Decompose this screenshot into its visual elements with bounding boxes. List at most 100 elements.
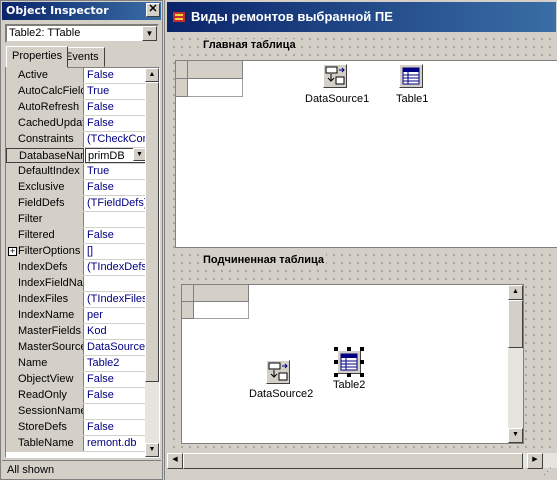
property-row[interactable]: IndexName per	[6, 308, 147, 324]
selection-handle[interactable]	[334, 360, 338, 364]
sub-table-label: Подчиненная таблица	[201, 254, 327, 266]
selection-handle[interactable]	[360, 360, 364, 364]
scrollbar-thumb[interactable]	[508, 300, 523, 348]
property-name: IndexName	[6, 308, 84, 323]
tab-properties[interactable]: Properties	[6, 46, 69, 68]
property-value[interactable]: DataSource1	[85, 340, 147, 355]
grid-indicator-cell	[182, 302, 194, 319]
grid-data-cell[interactable]	[194, 302, 249, 319]
scrollbar-thumb[interactable]	[183, 453, 523, 469]
property-name: DefaultIndex	[6, 164, 84, 179]
property-value[interactable]	[85, 276, 147, 291]
main-dbgrid[interactable]	[175, 60, 557, 248]
property-value[interactable]: Table2	[85, 356, 147, 371]
property-value[interactable]: True	[85, 164, 147, 179]
property-value[interactable]: False	[85, 372, 147, 387]
scroll-down-icon[interactable]: ▼	[508, 428, 523, 443]
property-row[interactable]: Active False	[6, 68, 147, 84]
property-value[interactable]: remont.db	[85, 436, 147, 451]
delphi-form-icon	[173, 12, 185, 22]
property-row[interactable]: TableName remont.db	[6, 436, 147, 452]
resize-grip-icon[interactable]: ⋰	[543, 466, 555, 478]
datasource-icon	[325, 66, 345, 85]
property-value[interactable]: per	[85, 308, 147, 323]
close-icon[interactable]: ✕	[146, 3, 160, 17]
table1-component[interactable]	[399, 64, 423, 88]
property-value[interactable]: False	[85, 100, 147, 115]
selection-handle[interactable]	[347, 347, 351, 351]
property-name: Exclusive	[6, 180, 84, 195]
property-row[interactable]: DefaultIndex True	[6, 164, 147, 180]
property-row[interactable]: IndexFiles (TIndexFiles)	[6, 292, 147, 308]
form-horizontal-scrollbar[interactable]: ◀ ▶	[167, 452, 557, 469]
property-row[interactable]: Constraints(TCheckConstraints)	[6, 132, 147, 148]
property-row[interactable]: CachedUpdatesFalse	[6, 116, 147, 132]
property-value[interactable]: (TCheckConstraints)	[85, 132, 147, 147]
scroll-right-icon[interactable]: ▶	[527, 453, 543, 469]
selection-handle[interactable]	[334, 347, 338, 351]
property-name: MasterFields	[6, 324, 84, 339]
property-row[interactable]: Name Table2	[6, 356, 147, 372]
property-name: TableName	[6, 436, 84, 451]
property-value[interactable]: (TIndexFiles)	[85, 292, 147, 307]
scroll-left-icon[interactable]: ◀	[167, 453, 183, 469]
scroll-up-icon[interactable]: ▲	[508, 285, 523, 300]
property-row[interactable]: DatabaseNameprimDB▼	[6, 148, 147, 164]
property-value[interactable]: Kod	[85, 324, 147, 339]
property-row[interactable]: AutoCalcFieldsTrue	[6, 84, 147, 100]
datasource2-component[interactable]	[266, 360, 290, 384]
property-row[interactable]: Filter	[6, 212, 147, 228]
property-value[interactable]: True	[85, 84, 147, 99]
property-row[interactable]: ReadOnly False	[6, 388, 147, 404]
property-value[interactable]	[85, 212, 147, 227]
property-row[interactable]: ObjectView False	[6, 372, 147, 388]
property-row[interactable]: FieldDefs (TFieldDefs)	[6, 196, 147, 212]
table2-component[interactable]	[337, 350, 361, 374]
property-value[interactable]: []	[85, 244, 147, 259]
property-name: Active	[6, 68, 84, 83]
property-row[interactable]: MasterSource DataSource1	[6, 340, 147, 356]
scroll-up-icon[interactable]: ▲	[145, 68, 159, 82]
selection-handle[interactable]	[360, 347, 364, 351]
selection-handle[interactable]	[347, 373, 351, 377]
property-row[interactable]: MasterFields Kod	[6, 324, 147, 340]
property-value[interactable]: (TIndexDefs)	[85, 260, 147, 275]
selection-handle[interactable]	[360, 373, 364, 377]
sub-grid-scrollbar[interactable]: ▲ ▼	[508, 285, 523, 443]
form-client-area: Главная таблица DataSource1 Table1 Подчи…	[167, 32, 557, 452]
grid-data-cell[interactable]	[188, 79, 243, 97]
property-value[interactable]: (TFieldDefs)	[85, 196, 147, 211]
property-value[interactable]: False	[85, 116, 147, 131]
property-value[interactable]: False	[85, 68, 147, 83]
property-row[interactable]: FilterOptions + []	[6, 244, 147, 260]
form-title: Виды ремонтов выбранной ПЕ	[191, 9, 393, 24]
object-selector-combo[interactable]: Table2: TTable ▼	[5, 24, 159, 43]
property-value[interactable]: False	[85, 388, 147, 403]
table-icon	[340, 353, 358, 371]
property-name: Filtered	[6, 228, 84, 243]
property-value[interactable]: False	[85, 420, 147, 435]
property-value[interactable]	[85, 404, 147, 419]
chevron-down-icon[interactable]: ▼	[142, 26, 157, 41]
expand-icon[interactable]: +	[8, 247, 17, 256]
property-row[interactable]: AutoRefresh False	[6, 100, 147, 116]
scroll-down-icon[interactable]: ▼	[145, 443, 159, 457]
property-row[interactable]: IndexDefs (TIndexDefs)	[6, 260, 147, 276]
object-inspector-window: Object Inspector ✕ Table2: TTable ▼ Prop…	[0, 0, 163, 480]
scrollbar-thumb[interactable]	[145, 82, 159, 382]
property-value[interactable]: False	[85, 180, 147, 195]
grid-corner-cell	[176, 61, 188, 79]
property-name: MasterSource	[6, 340, 84, 355]
property-row[interactable]: SessionName	[6, 404, 147, 420]
grid-header-cell	[188, 61, 243, 79]
property-name: DatabaseName	[6, 148, 84, 163]
property-row[interactable]: Exclusive False	[6, 180, 147, 196]
selection-handle[interactable]	[334, 373, 338, 377]
property-row[interactable]: StoreDefs False	[6, 420, 147, 436]
property-value[interactable]: False	[85, 228, 147, 243]
property-row[interactable]: IndexFieldNames	[6, 276, 147, 292]
property-row[interactable]: Filtered False	[6, 228, 147, 244]
property-grid-scrollbar[interactable]: ▲ ▼	[145, 68, 159, 457]
datasource1-component[interactable]	[323, 64, 347, 88]
property-name: Constraints	[6, 132, 84, 147]
